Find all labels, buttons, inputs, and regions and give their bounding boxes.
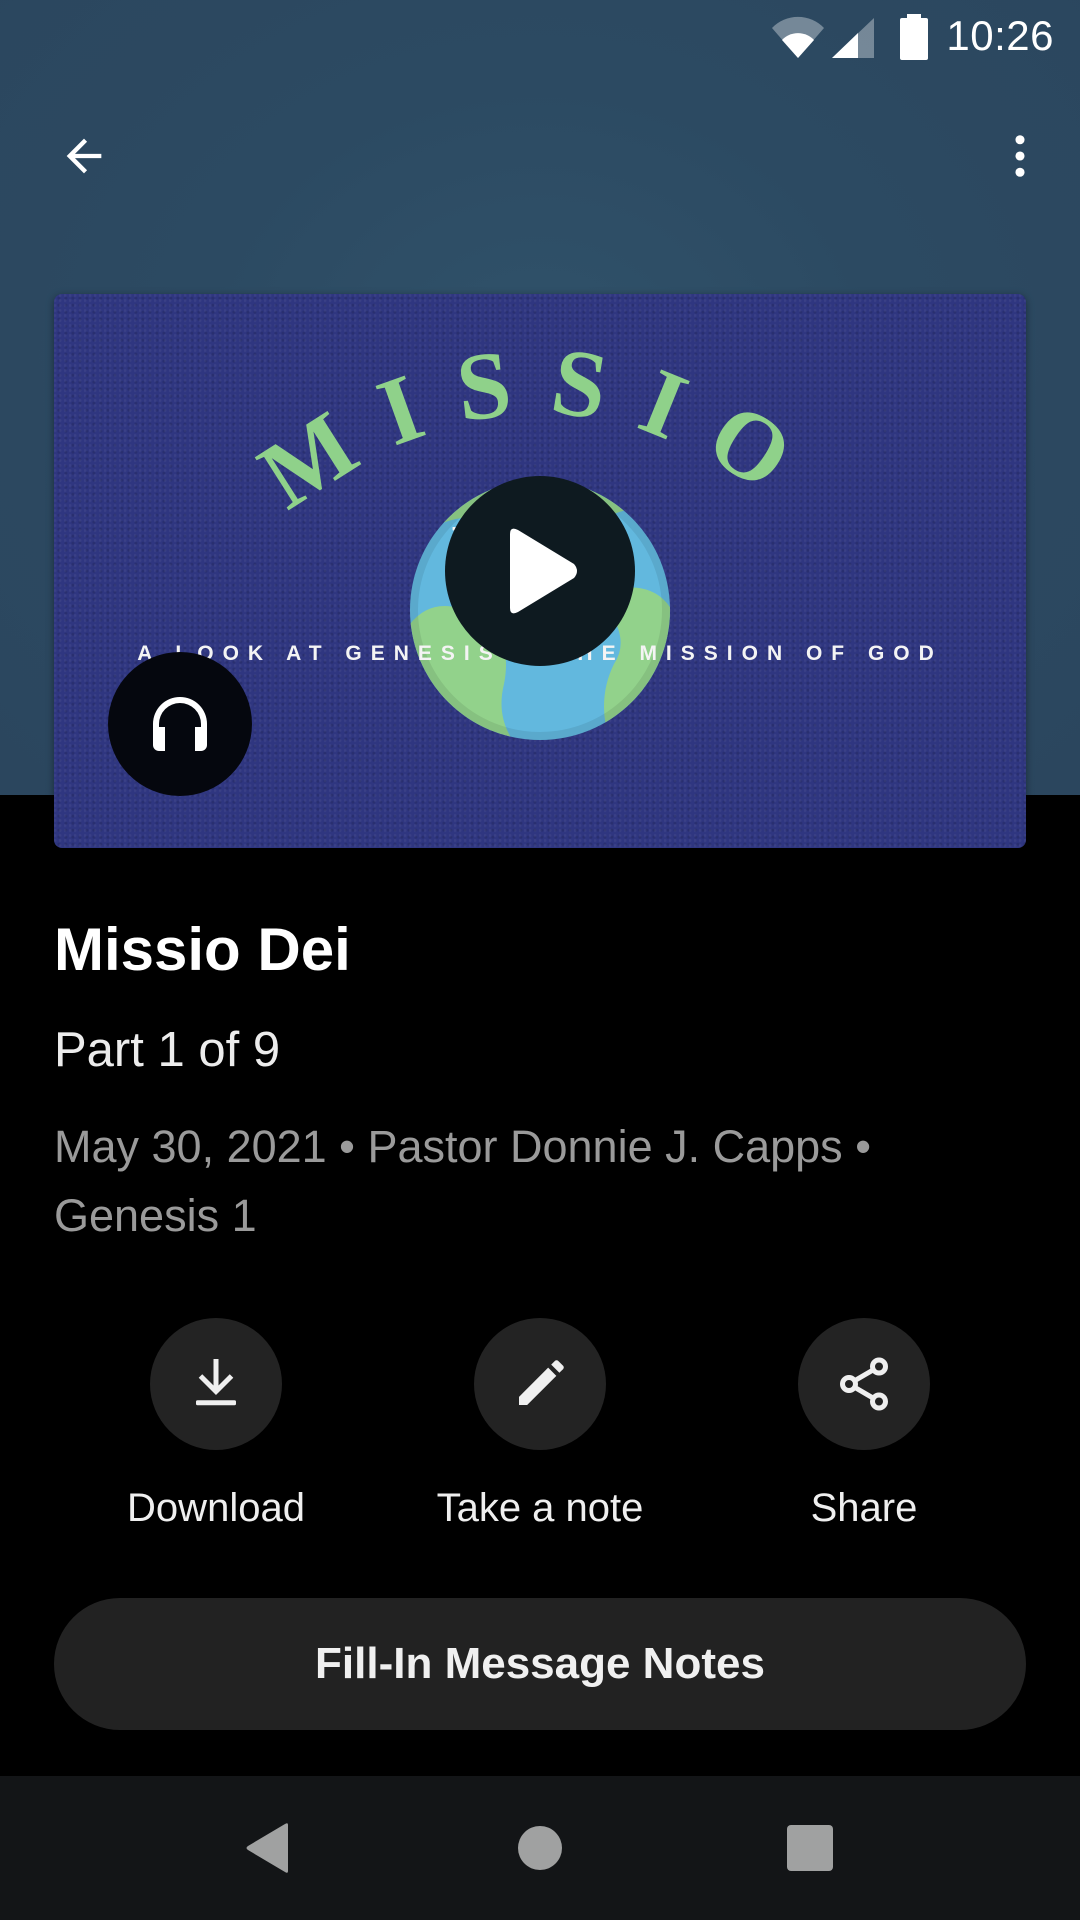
system-navigation-bar — [0, 1776, 1080, 1920]
download-label: Download — [127, 1486, 305, 1530]
sermon-meta: May 30, 2021 • Pastor Donnie J. Capps • … — [54, 1121, 871, 1241]
wifi-icon — [772, 16, 824, 58]
take-note-button[interactable]: Take a note — [400, 1318, 680, 1531]
share-button[interactable]: Share — [724, 1318, 1004, 1531]
download-button[interactable]: Download — [76, 1318, 356, 1531]
play-button[interactable] — [445, 476, 635, 666]
nav-back-button[interactable] — [228, 1816, 308, 1880]
nav-home-icon — [518, 1826, 562, 1870]
take-note-label: Take a note — [436, 1486, 644, 1530]
series-part: Part 1 of 9 — [54, 1023, 281, 1077]
download-icon — [196, 1359, 236, 1406]
sermon-artwork[interactable]: MISSIO DEI A LOOK AT GENESIS & THE MISSI… — [54, 294, 1026, 848]
share-icon — [840, 1357, 888, 1411]
nav-recents-button[interactable] — [770, 1816, 850, 1880]
listen-audio-button[interactable] — [108, 652, 252, 796]
share-circle — [798, 1318, 930, 1450]
nav-home-button[interactable] — [500, 1816, 580, 1880]
download-circle — [150, 1318, 282, 1450]
headphones-icon — [153, 697, 207, 751]
share-label: Share — [810, 1486, 918, 1530]
status-bar: 10:26 — [0, 0, 1080, 76]
sermon-title: Missio Dei — [54, 916, 351, 983]
nav-recents-icon — [787, 1825, 833, 1871]
take-note-circle — [474, 1318, 606, 1450]
more-vertical-icon — [1015, 135, 1025, 177]
pencil-icon — [519, 1360, 564, 1405]
fill-in-notes-button[interactable]: Fill-In Message Notes — [54, 1598, 1026, 1730]
back-button[interactable] — [36, 108, 132, 204]
arrow-left-icon — [66, 138, 102, 174]
status-time: 10:26 — [946, 12, 1054, 59]
battery-icon — [900, 14, 928, 60]
more-options-button[interactable] — [972, 108, 1068, 204]
nav-back-icon — [246, 1823, 288, 1873]
cell-signal-icon — [832, 18, 874, 58]
play-icon — [510, 528, 577, 614]
